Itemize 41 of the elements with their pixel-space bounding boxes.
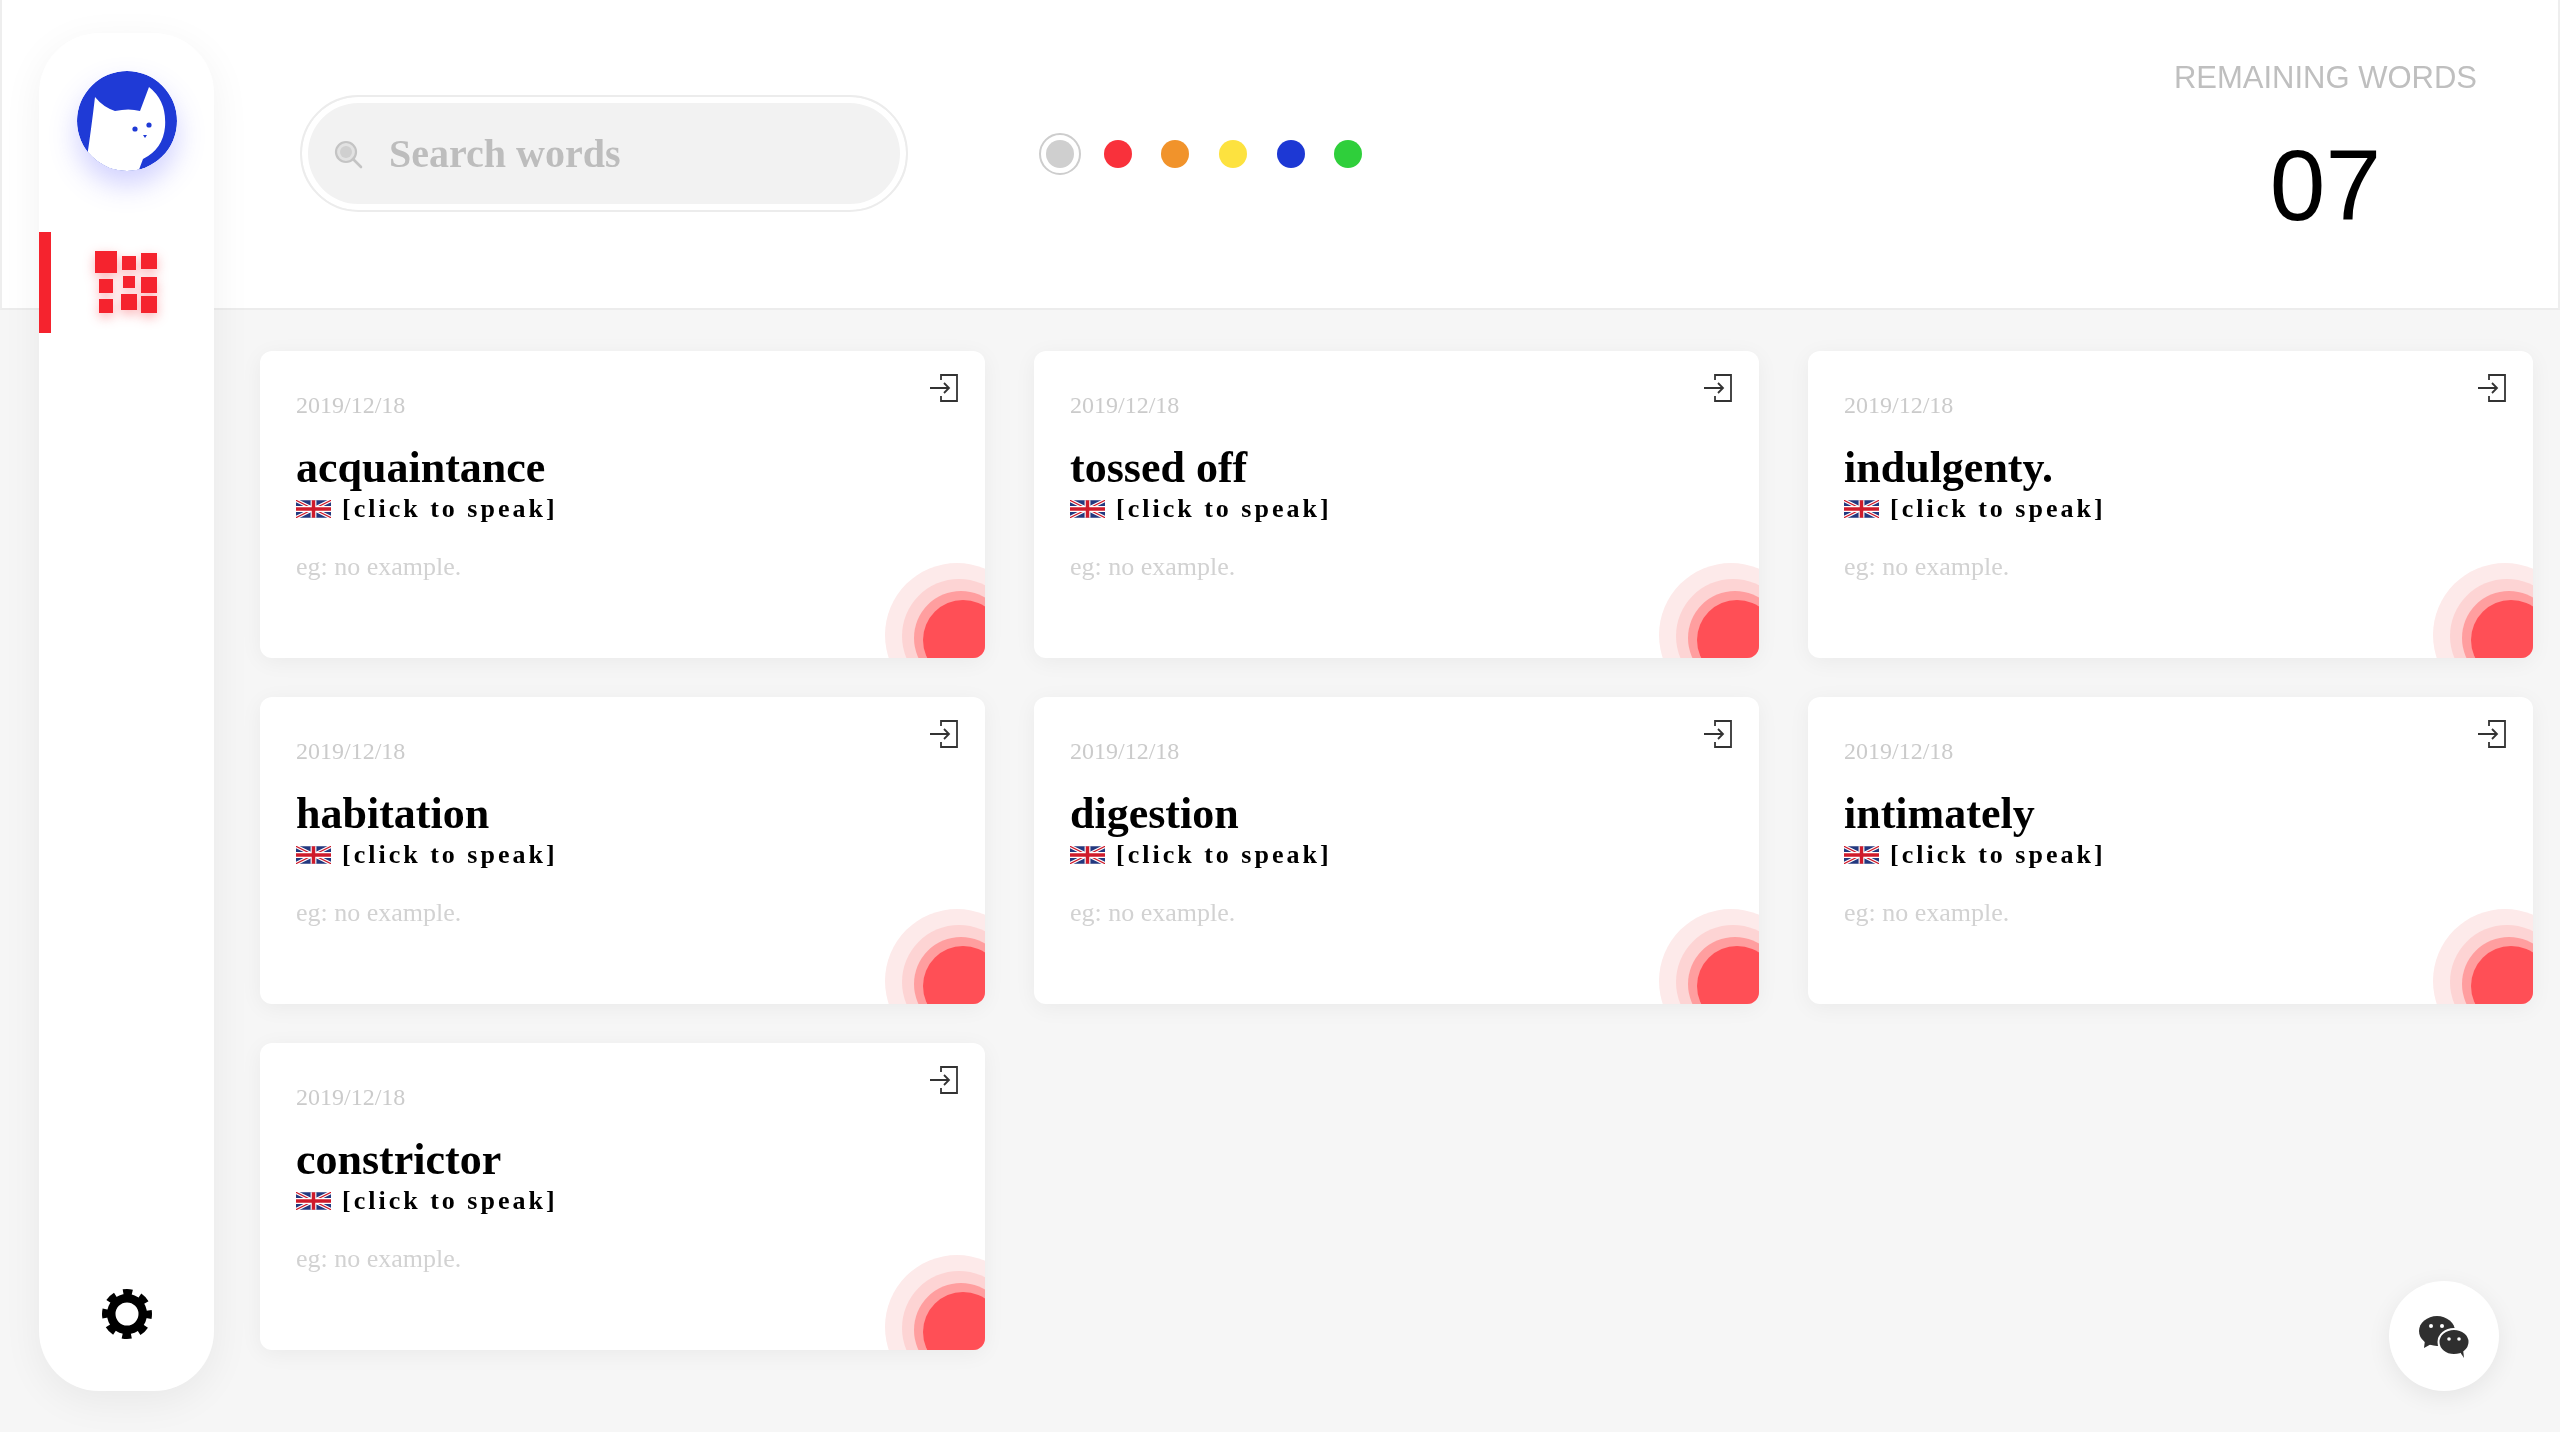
word-title: constrictor	[296, 1136, 502, 1184]
uk-flag-icon	[296, 846, 331, 864]
remaining-words-label: REMAINING WORDS	[2173, 60, 2477, 96]
word-title: digestion	[1070, 790, 1239, 838]
settings-icon[interactable]	[100, 1288, 153, 1340]
word-title: habitation	[296, 790, 490, 838]
speak-link[interactable]: [click to speak]	[1116, 838, 1332, 872]
sign-in-icon[interactable]	[929, 1065, 959, 1095]
color-filter-dot[interactable]	[1334, 139, 1363, 168]
word-title: indulgenty.	[1844, 444, 2054, 492]
speak-link[interactable]: [click to speak]	[1116, 492, 1332, 526]
uk-flag-icon	[296, 500, 331, 518]
word-title: intimately	[1844, 790, 2035, 838]
uk-flag-icon	[296, 1192, 331, 1210]
sign-in-icon[interactable]	[1703, 719, 1733, 749]
cat-logo-icon[interactable]	[76, 71, 177, 171]
blocks-grid-icon	[94, 250, 159, 315]
speak-link[interactable]: [click to speak]	[342, 838, 558, 872]
uk-flag-icon	[1844, 500, 1879, 518]
remaining-words-count: 07	[2269, 130, 2382, 240]
sign-in-icon[interactable]	[2477, 373, 2507, 403]
sign-in-icon[interactable]	[929, 719, 959, 749]
speak-link[interactable]: [click to speak]	[1890, 838, 2106, 872]
speak-link[interactable]: [click to speak]	[342, 1184, 558, 1218]
chat-bubbles-icon	[2418, 1314, 2470, 1358]
speak-link[interactable]: [click to speak]	[342, 492, 558, 526]
speak-link[interactable]: [click to speak]	[1890, 492, 2106, 526]
color-filter-dot[interactable]	[1103, 139, 1132, 168]
color-filter-dot[interactable]	[1161, 139, 1190, 168]
color-filter-dot[interactable]	[1218, 139, 1247, 168]
uk-flag-icon	[1070, 846, 1105, 864]
sign-in-icon[interactable]	[929, 373, 959, 403]
color-filter-dot[interactable]	[1276, 139, 1305, 168]
word-title: tossed off	[1070, 444, 1248, 492]
word-title: acquaintance	[296, 444, 546, 492]
uk-flag-icon	[1844, 846, 1879, 864]
color-filter-dot[interactable]	[1038, 132, 1081, 175]
sign-in-icon[interactable]	[1703, 373, 1733, 403]
sign-in-icon[interactable]	[2477, 719, 2507, 749]
uk-flag-icon	[1070, 500, 1105, 518]
search-icon	[333, 139, 363, 169]
